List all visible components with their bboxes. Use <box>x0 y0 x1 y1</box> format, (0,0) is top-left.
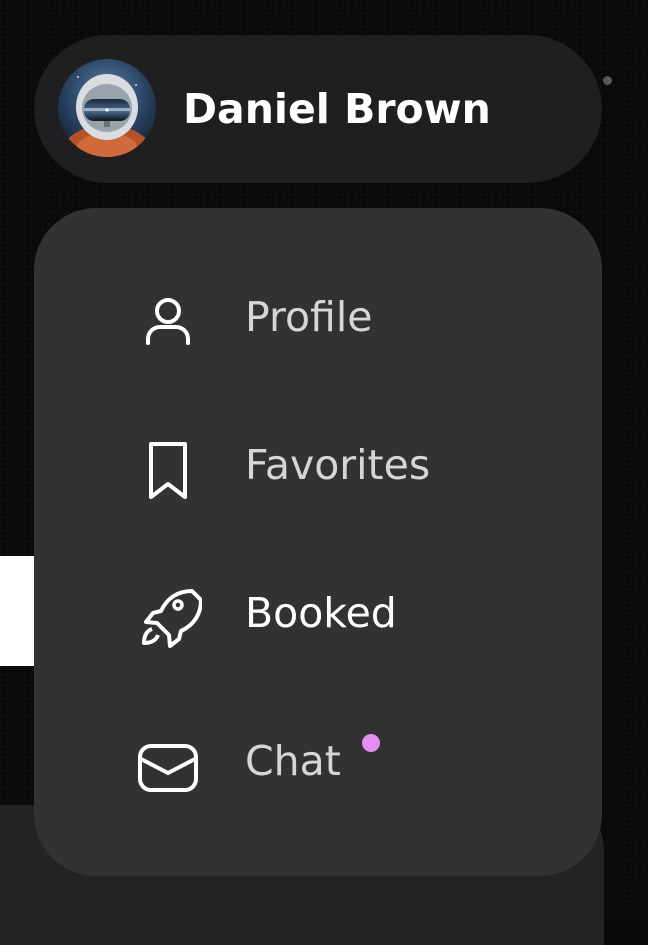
menu-item-label: Profile <box>245 293 373 341</box>
menu-item-booked[interactable]: Booked <box>34 555 602 675</box>
status-dot <box>603 76 612 85</box>
notification-dot <box>362 734 380 752</box>
account-menu: Profile Favorites Booked Chat <box>34 208 602 876</box>
user-name: Daniel Brown <box>183 85 491 133</box>
menu-item-label: Favorites <box>245 441 431 489</box>
menu-item-label: Booked <box>245 589 397 637</box>
mail-icon <box>138 744 198 792</box>
rocket-icon <box>142 589 202 648</box>
avatar[interactable] <box>58 59 156 157</box>
user-account-button[interactable]: Daniel Brown <box>34 35 602 183</box>
background-panel-edge <box>0 556 34 666</box>
menu-item-favorites[interactable]: Favorites <box>34 407 602 527</box>
user-icon <box>146 298 190 345</box>
bookmark-icon <box>149 442 187 499</box>
astronaut-avatar-icon <box>58 59 156 157</box>
menu-item-chat[interactable]: Chat <box>34 703 602 823</box>
menu-item-label: Chat <box>245 737 341 785</box>
menu-item-profile[interactable]: Profile <box>34 259 602 379</box>
